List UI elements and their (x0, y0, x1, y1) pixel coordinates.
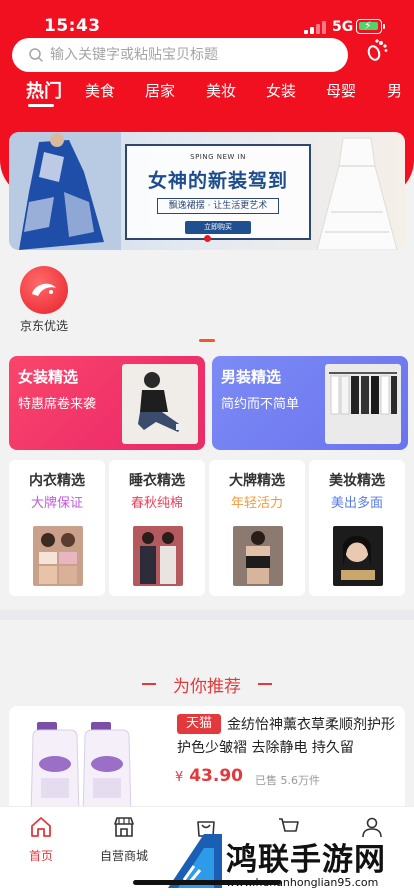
category-tab[interactable]: 美食 (85, 80, 115, 101)
tab-home[interactable]: 首页 (6, 813, 76, 865)
product-title: 金纺怡神薰衣草柔顺剂护形护色少皱褶 去除静电 持久留 (177, 717, 395, 756)
store-icon (114, 817, 134, 837)
tab-label: 首页 (28, 849, 53, 863)
price-value: 43.90 (189, 766, 243, 786)
product-image (333, 526, 383, 586)
dress-image (316, 137, 398, 250)
home-icon (31, 817, 51, 837)
network-label: 5G (332, 19, 354, 35)
promo-subtitle: 特惠席卷来袭 (18, 397, 97, 412)
battery-icon: ⚡ (356, 19, 385, 34)
product-image (30, 722, 132, 816)
status-bar: 15:43 5G ⚡ (0, 0, 414, 40)
product-sold-count: 已售 5.6万件 (255, 774, 320, 787)
search-icon (29, 48, 43, 62)
mini-card-pajamas[interactable]: 睡衣精选 春秋纯棉 (109, 460, 205, 596)
promo-title: 女装精选 (18, 368, 79, 386)
jd-logo-icon (20, 266, 68, 314)
product-card[interactable]: 天猫 金纺怡神薰衣草柔顺剂护形护色少皱褶 去除静电 持久留 ¥ 43.90 已售… (9, 706, 405, 816)
section-divider (0, 610, 414, 620)
category-tab[interactable]: 居家 (145, 80, 175, 101)
banner-frame: SPING NEW IN 女神的新装驾到 飘逸裙摆 · 让生活更艺术 立即购买 (125, 144, 311, 240)
mini-card-title: 内衣精选 (29, 473, 85, 489)
search-bar[interactable] (12, 38, 348, 72)
mini-category-row: 内衣精选 大牌保证 睡衣精选 春秋纯棉 大牌精选 年轻活力 美妆精选 美出多面 (9, 460, 405, 596)
promo-title: 男装精选 (221, 368, 282, 386)
recommend-right-line (258, 683, 272, 685)
mini-card-title: 大牌精选 (229, 473, 285, 489)
mini-card-subtitle: 美出多面 (330, 496, 383, 511)
banner-title: 女神的新装驾到 (147, 170, 288, 192)
shortcut-page-indicator (199, 339, 215, 342)
home-indicator (133, 880, 281, 885)
mini-card-brands[interactable]: 大牌精选 年轻活力 (209, 460, 305, 596)
price-currency: ¥ (175, 770, 184, 785)
promo-card-men[interactable]: 男装精选 简约而不简单 (212, 356, 408, 450)
category-nav: 热门 美食 居家 美妆 女装 母婴 男 (0, 76, 414, 108)
promo-banner[interactable]: SPING NEW IN 女神的新装驾到 飘逸裙摆 · 让生活更艺术 立即购买 (9, 132, 405, 250)
tab-store[interactable]: 自营商城 (89, 813, 159, 865)
mini-card-beauty[interactable]: 美妆精选 美出多面 (309, 460, 405, 596)
mini-card-title: 睡衣精选 (129, 473, 185, 489)
tab-label: 自营商城 (99, 849, 148, 863)
site-watermark: 鸿联手游网 www.henanhonglian95.com (164, 830, 414, 896)
banner-tagline: SPING NEW IN (190, 153, 246, 161)
category-tab[interactable]: 热门 (26, 77, 62, 103)
shortcut-label: 京东优选 (19, 319, 68, 333)
status-time: 15:43 (44, 16, 101, 36)
recommend-title: 为你推荐 (173, 677, 241, 697)
mini-card-underwear[interactable]: 内衣精选 大牌保证 (9, 460, 105, 596)
signal-icon (304, 21, 326, 34)
banner-buy-button[interactable]: 立即购买 (185, 221, 251, 234)
recommend-header: 为你推荐 (0, 666, 414, 697)
product-image (325, 364, 401, 444)
watermark-name: 鸿联手游网 (226, 842, 386, 878)
category-tab[interactable]: 女装 (266, 80, 296, 101)
promo-subtitle: 简约而不简单 (221, 397, 300, 412)
mini-card-subtitle: 大牌保证 (30, 496, 83, 511)
product-price: ¥ 43.90 (175, 766, 243, 786)
product-image (122, 364, 198, 444)
mini-card-subtitle: 年轻活力 (230, 496, 283, 511)
banner-subtitle: 飘逸裙摆 · 让生活更艺术 (157, 198, 279, 214)
category-tab[interactable]: 男 (387, 80, 402, 101)
mini-card-title: 美妆精选 (329, 473, 385, 489)
promo-card-women[interactable]: 女装精选 特惠席卷来袭 (9, 356, 205, 450)
product-image (233, 526, 283, 586)
category-tab[interactable]: 美妆 (206, 80, 236, 101)
mini-card-subtitle: 春秋纯棉 (130, 496, 183, 511)
footprint-icon[interactable] (362, 36, 392, 66)
category-active-indicator (28, 104, 54, 107)
category-tab[interactable]: 母婴 (326, 80, 356, 101)
shortcut-jd-youxuan[interactable]: 京东优选 (18, 266, 70, 336)
banner-page-dot (204, 235, 211, 242)
product-image (33, 526, 83, 586)
model-image (9, 132, 121, 250)
product-image (133, 526, 183, 586)
search-input[interactable] (50, 38, 340, 72)
